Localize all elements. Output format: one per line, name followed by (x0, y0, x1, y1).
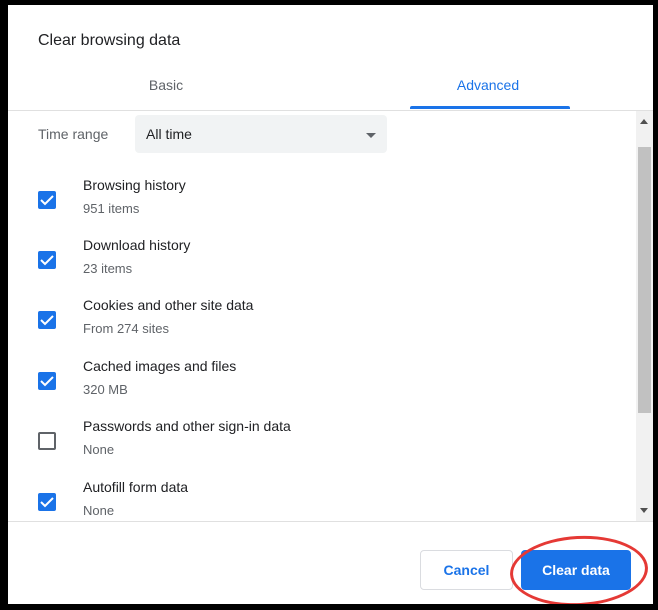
dialog-title: Clear browsing data (38, 32, 181, 49)
option-label: Passwords and other sign-in data (83, 418, 291, 434)
checkbox-checked-icon[interactable] (38, 311, 56, 329)
option-label: Autofill form data (83, 479, 189, 495)
active-tab-indicator (410, 106, 570, 109)
scrollbar[interactable] (636, 111, 653, 521)
time-range-label: Time range (38, 126, 109, 142)
checkbox-checked-icon[interactable] (38, 251, 56, 269)
option-cookies[interactable]: Cookies and other site data From 274 sit… (8, 295, 636, 345)
checkbox-checked-icon[interactable] (38, 493, 56, 511)
chevron-down-icon (366, 133, 376, 138)
checkbox-checked-icon[interactable] (38, 372, 56, 390)
option-autofill[interactable]: Autofill form data None (8, 477, 636, 521)
option-detail: None (83, 442, 115, 457)
option-label: Cached images and files (83, 358, 237, 374)
option-detail: 320 MB (83, 382, 128, 397)
tab-basic[interactable]: Basic (96, 73, 236, 109)
tab-advanced[interactable]: Advanced (418, 73, 558, 109)
option-passwords[interactable]: Passwords and other sign-in data None (8, 416, 636, 466)
options-list: Time range All time Browsing history 951… (8, 111, 636, 521)
time-range-value: All time (146, 126, 192, 142)
option-label: Cookies and other site data (83, 297, 254, 313)
option-cached-images[interactable]: Cached images and files 320 MB (8, 356, 636, 406)
option-browsing-history[interactable]: Browsing history 951 items (8, 175, 636, 225)
option-detail: 951 items (83, 201, 140, 216)
clear-data-button[interactable]: Clear data (521, 550, 631, 590)
tab-bar: Basic Advanced (8, 73, 653, 109)
scroll-down-arrow-icon[interactable] (640, 508, 648, 513)
time-range-select[interactable]: All time (135, 115, 387, 153)
option-label: Download history (83, 237, 191, 253)
option-label: Browsing history (83, 177, 186, 193)
scrollbar-thumb[interactable] (638, 147, 651, 413)
option-detail: From 274 sites (83, 321, 169, 336)
scroll-up-arrow-icon[interactable] (640, 119, 648, 124)
option-detail: 23 items (83, 261, 133, 276)
cancel-button[interactable]: Cancel (420, 550, 513, 590)
option-detail: None (83, 503, 115, 518)
clear-browsing-data-dialog: Clear browsing data Basic Advanced Time … (8, 5, 653, 604)
option-download-history[interactable]: Download history 23 items (8, 235, 636, 285)
divider (8, 521, 653, 522)
checkbox-checked-icon[interactable] (38, 191, 56, 209)
checkbox-unchecked-icon[interactable] (38, 432, 56, 450)
